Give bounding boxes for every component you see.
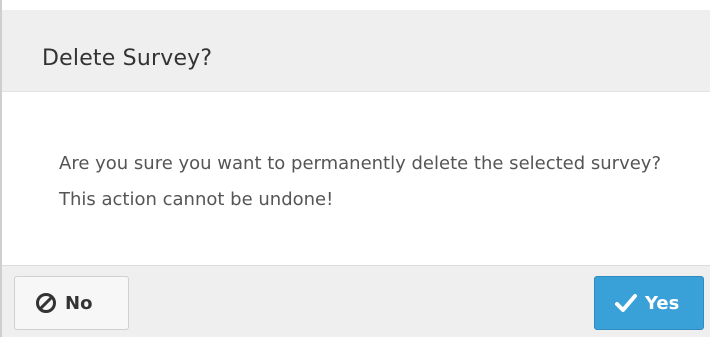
dialog-header: Delete Survey?: [2, 10, 710, 92]
dialog-body: Are you sure you want to permanently del…: [2, 92, 710, 265]
dialog-message: Are you sure you want to permanently del…: [59, 153, 662, 210]
checkmark-icon: [615, 293, 637, 313]
dialog-top-strip: [2, 0, 710, 10]
ban-icon: [35, 292, 57, 314]
yes-button-label: Yes: [645, 292, 680, 314]
dialog-title: Delete Survey?: [42, 46, 213, 71]
dialog-footer: No Yes: [2, 265, 710, 337]
delete-survey-dialog: Delete Survey? Are you sure you want to …: [0, 0, 710, 337]
no-button-label: No: [65, 292, 93, 314]
yes-button[interactable]: Yes: [594, 276, 704, 330]
no-button[interactable]: No: [14, 276, 129, 330]
